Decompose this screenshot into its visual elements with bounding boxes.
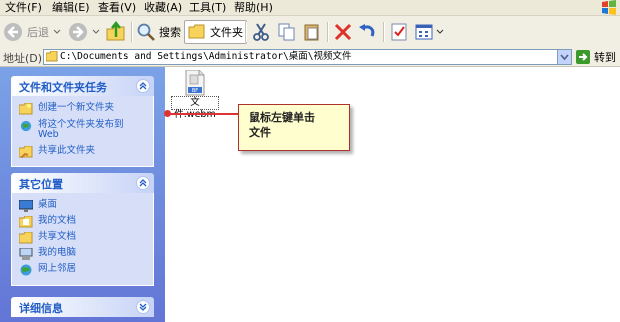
cut-button[interactable] bbox=[251, 20, 271, 44]
copy-icon bbox=[278, 23, 295, 41]
webm-file-icon[interactable]: BF bbox=[183, 70, 207, 96]
place-network[interactable]: 网上邻居 bbox=[19, 264, 76, 276]
back-arrow-icon bbox=[4, 23, 22, 41]
folders-button[interactable]: 文件夹 bbox=[184, 20, 247, 44]
place-shared-documents[interactable]: 共享文档 bbox=[19, 232, 76, 244]
chevron-down-icon bbox=[436, 29, 444, 34]
folders-label: 文件夹 bbox=[210, 26, 243, 39]
search-button[interactable]: 搜索 bbox=[136, 20, 181, 44]
menu-file[interactable]: 文件(F) bbox=[5, 0, 42, 15]
panel-header[interactable]: 详细信息 bbox=[11, 297, 154, 317]
file-folder-tasks-panel: 文件和文件夹任务 创建一个新文件夹 将这个文件夹发布到 Web 共享此文件夹 bbox=[11, 76, 154, 167]
details-panel: 详细信息 bbox=[11, 297, 154, 317]
views-button[interactable] bbox=[414, 20, 444, 44]
forward-arrow-icon bbox=[69, 23, 87, 41]
search-icon bbox=[137, 23, 155, 41]
undo-icon bbox=[359, 24, 375, 37]
panel-title: 文件和文件夹任务 bbox=[19, 81, 107, 94]
back-button[interactable]: 后退 bbox=[3, 20, 61, 44]
task-pane: 文件和文件夹任务 创建一个新文件夹 将这个文件夹发布到 Web 共享此文件夹 其它… bbox=[0, 67, 165, 322]
other-places-panel: 其它位置 桌面 我的文档 共享文档 我的电脑 网上邻居 bbox=[11, 173, 154, 286]
menu-help[interactable]: 帮助(H) bbox=[234, 0, 273, 15]
panel-header[interactable]: 文件和文件夹任务 bbox=[11, 76, 154, 96]
toolbar: 后退 搜索 文件夹 bbox=[0, 16, 620, 49]
documents-folder-icon bbox=[19, 216, 33, 228]
pointer-line bbox=[167, 113, 238, 115]
menu-view[interactable]: 查看(V) bbox=[98, 0, 136, 15]
windows-logo-icon bbox=[602, 0, 616, 15]
address-path: C:\Documents and Settings\Administrator\… bbox=[60, 51, 352, 62]
address-bar: 地址(D) C:\Documents and Settings\Administ… bbox=[0, 48, 620, 67]
place-my-documents[interactable]: 我的文档 bbox=[19, 216, 76, 228]
new-folder-icon bbox=[19, 103, 33, 115]
instruction-callout: 鼠标左键单击 文件 bbox=[238, 104, 350, 151]
task-publish-web[interactable]: 将这个文件夹发布到 Web bbox=[19, 120, 124, 140]
address-label: 地址(D) bbox=[3, 52, 43, 65]
file-badge: BF bbox=[192, 88, 198, 94]
up-folder-icon bbox=[106, 21, 125, 41]
task-share-folder[interactable]: 共享此文件夹 bbox=[19, 146, 95, 158]
go-label: 转到 bbox=[594, 50, 616, 64]
panel-header[interactable]: 其它位置 bbox=[11, 173, 154, 193]
menu-tools[interactable]: 工具(T) bbox=[189, 0, 226, 15]
expand-chevron-icon[interactable] bbox=[136, 300, 150, 314]
menu-edit[interactable]: 编辑(E) bbox=[52, 0, 90, 15]
callout-line-1: 鼠标左键单击 bbox=[249, 111, 315, 124]
undo-button[interactable] bbox=[357, 20, 377, 44]
chevron-down-icon bbox=[53, 29, 61, 34]
go-button[interactable]: 转到 bbox=[576, 49, 616, 64]
delete-button[interactable] bbox=[333, 20, 353, 44]
forward-button[interactable] bbox=[68, 20, 100, 44]
chevron-down-icon bbox=[560, 54, 569, 61]
desktop-icon bbox=[19, 200, 33, 212]
back-label: 后退 bbox=[27, 26, 49, 39]
views-grid-icon bbox=[415, 24, 433, 40]
paste-icon bbox=[304, 24, 319, 41]
folder-icon bbox=[46, 51, 58, 62]
collapse-chevron-icon[interactable] bbox=[136, 176, 150, 190]
panel-title: 其它位置 bbox=[19, 178, 63, 191]
delete-x-icon bbox=[334, 23, 352, 41]
address-dropdown-button[interactable] bbox=[557, 50, 571, 64]
callout-line-2: 文件 bbox=[249, 126, 271, 139]
computer-icon bbox=[19, 248, 33, 260]
chevron-down-icon bbox=[92, 29, 100, 34]
menu-bar: 文件(F) 编辑(E) 查看(V) 收藏(A) 工具(T) 帮助(H) bbox=[0, 0, 620, 16]
paste-button[interactable] bbox=[302, 20, 322, 44]
menu-favorites[interactable]: 收藏(A) bbox=[144, 0, 182, 15]
shared-folder-icon bbox=[19, 146, 33, 158]
place-desktop[interactable]: 桌面 bbox=[19, 200, 57, 212]
task-create-folder[interactable]: 创建一个新文件夹 bbox=[19, 103, 114, 115]
folder-icon bbox=[19, 232, 33, 244]
collapse-chevron-icon[interactable] bbox=[136, 79, 150, 93]
search-label: 搜索 bbox=[159, 26, 181, 39]
properties-button[interactable] bbox=[389, 20, 409, 44]
folder-icon bbox=[188, 24, 205, 39]
globe-icon bbox=[20, 120, 32, 132]
scissors-icon bbox=[253, 23, 269, 41]
up-folder-button[interactable] bbox=[105, 20, 127, 44]
file-name-label[interactable]: 文件.webm bbox=[171, 96, 219, 120]
file-list-area[interactable] bbox=[165, 67, 620, 322]
go-arrow-icon bbox=[576, 49, 590, 64]
panel-title: 详细信息 bbox=[19, 302, 63, 315]
copy-button[interactable] bbox=[277, 20, 297, 44]
network-globe-icon bbox=[20, 264, 32, 276]
place-my-computer[interactable]: 我的电脑 bbox=[19, 248, 76, 260]
properties-icon bbox=[391, 23, 407, 41]
address-input[interactable]: C:\Documents and Settings\Administrator\… bbox=[43, 49, 572, 65]
